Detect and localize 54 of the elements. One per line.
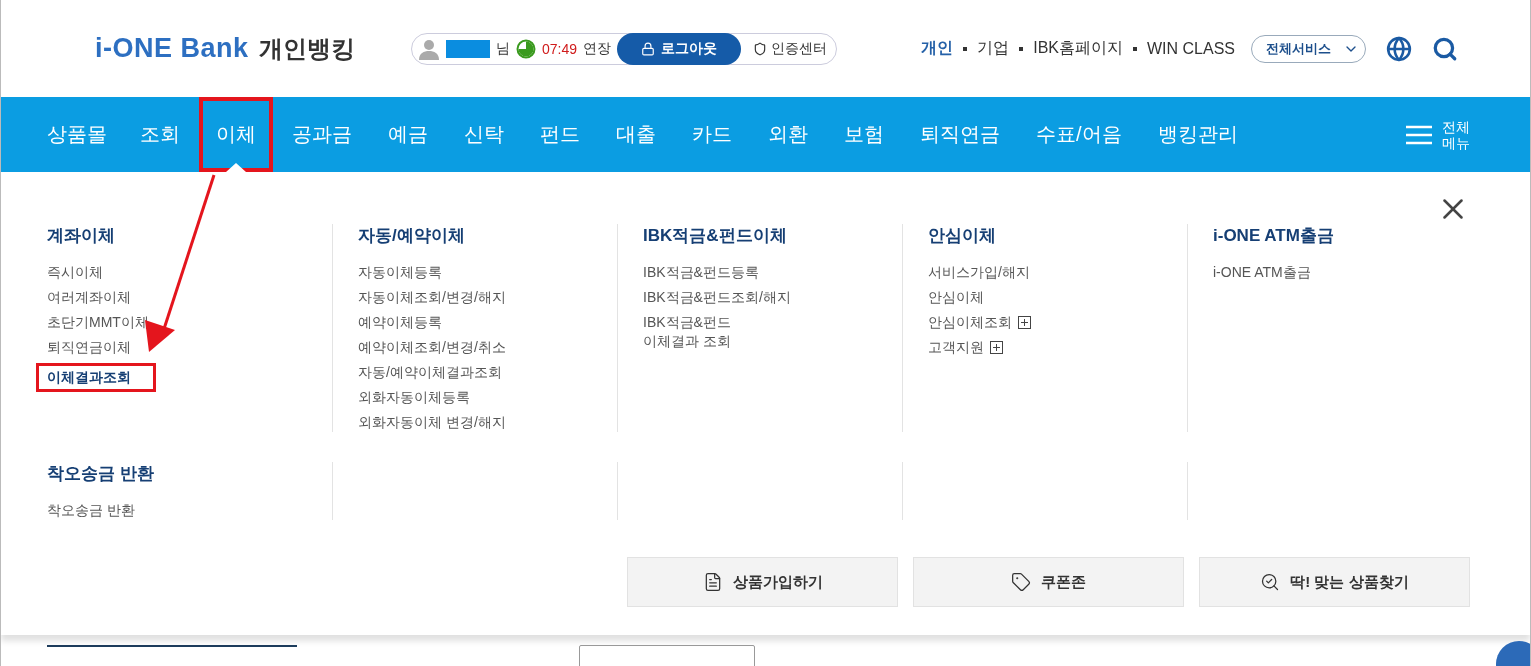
menu-item[interactable]: IBK적금&펀드등록 [643, 263, 759, 282]
menu-item[interactable]: 즉시이체 [47, 263, 103, 282]
menu-item[interactable]: 자동이체조회/변경/해지 [358, 288, 506, 307]
menu-group-title: IBK적금&펀드이체 [643, 225, 788, 247]
user-icon [418, 37, 440, 60]
menu-item[interactable]: IBK적금&펀드조회/해지 [643, 288, 791, 307]
coupon-icon [1011, 572, 1031, 592]
menu-item[interactable]: 퇴직연금이체 [47, 338, 131, 357]
top-link[interactable]: 기업 [977, 38, 1010, 59]
service-title: 개인뱅킹 [258, 33, 355, 64]
search-icon[interactable] [1432, 35, 1458, 62]
honorific-text: 님 [496, 39, 510, 58]
menu-item[interactable]: 초단기MMT이체 [47, 313, 149, 332]
shield-icon [753, 41, 768, 56]
menu-item[interactable]: i-ONE ATM출금 [1213, 263, 1311, 282]
menu-icon [1406, 124, 1432, 145]
shortcut-button[interactable]: 상품가입하기 [627, 557, 898, 607]
top-link[interactable]: WIN CLASS [1147, 39, 1235, 58]
brand-logo[interactable]: i-ONE Bank [95, 32, 249, 64]
plus-icon[interactable] [1018, 316, 1031, 329]
menu-item[interactable]: IBK적금&펀드 이체결과 조회 [643, 313, 731, 351]
shortcut-button[interactable]: 딱! 맞는 상품찾기 [1199, 557, 1470, 607]
menu-group-title: i-ONE ATM출금 [1213, 225, 1335, 247]
session-timer: 07:49 [542, 40, 578, 57]
menu-item[interactable]: 예약이체조회/변경/취소 [358, 338, 506, 357]
top-link[interactable]: IBK홈페이지 [1033, 38, 1123, 59]
menu-item[interactable]: 안심이체조회 [928, 313, 1031, 332]
menu-item[interactable]: 서비스가입/해지 [928, 263, 1030, 282]
globe-icon[interactable] [1386, 35, 1412, 62]
menu-item[interactable]: 자동이체등록 [358, 263, 442, 282]
menu-item[interactable]: 외화자동이체 변경/해지 [358, 413, 506, 432]
menu-group-title: 착오송금 반환 [47, 463, 155, 485]
menu-item[interactable]: 예약이체등록 [358, 313, 442, 332]
top-link[interactable]: 개인 [921, 38, 954, 59]
all-services-dropdown[interactable]: 전체서비스 [1251, 34, 1366, 63]
menu-group-title: 계좌이체 [47, 225, 116, 247]
menu-item[interactable]: 여러계좌이체 [47, 288, 131, 307]
menu-group-title: 안심이체 [928, 225, 997, 247]
logout-button[interactable]: 로그아웃 [617, 32, 742, 65]
lock-icon [641, 41, 656, 56]
menu-item[interactable]: 자동/예약이체결과조회 [358, 363, 502, 382]
plus-icon[interactable] [990, 341, 1003, 354]
menu-item[interactable]: 이체결과조회 [36, 363, 156, 392]
extend-link[interactable]: 연장 [583, 39, 612, 58]
menu-item[interactable]: 외화자동이체등록 [358, 388, 470, 407]
menu-group-title: 자동/예약이체 [358, 225, 466, 247]
search-icon [1260, 572, 1281, 592]
redaction-bar [446, 39, 490, 58]
certificate-center-button[interactable]: 인증센터 [747, 39, 834, 58]
timer-icon [516, 38, 536, 59]
menu-item[interactable]: 안심이체 [928, 288, 984, 307]
menu-item[interactable]: 고객지원 [928, 338, 1003, 357]
menu-item[interactable]: 착오송금 반환 [47, 501, 135, 520]
shortcut-button[interactable]: 쿠폰존 [913, 557, 1184, 607]
